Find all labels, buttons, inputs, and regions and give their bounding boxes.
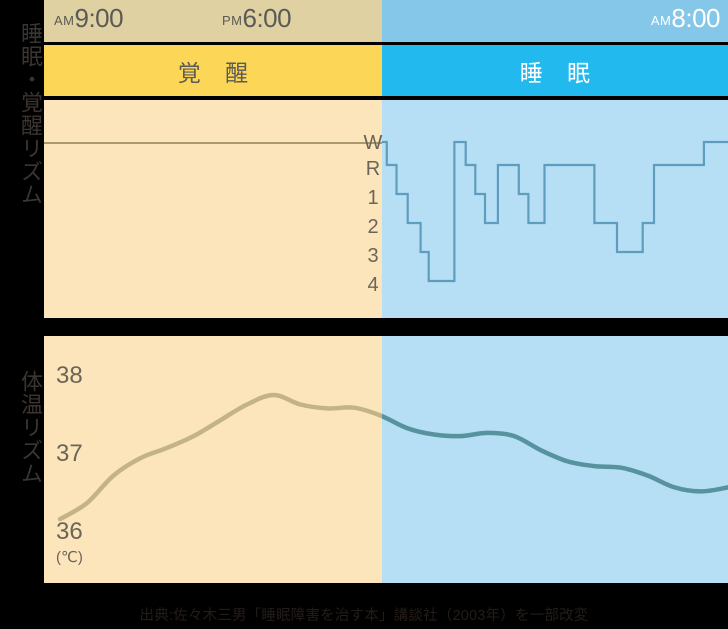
temperature-line-awake: [57, 392, 383, 522]
time-label-middle-value: 6:00: [242, 3, 292, 33]
stage-label-R: R: [365, 158, 381, 180]
wake-baseline: [44, 142, 382, 144]
temperature-panel: 38 37 36 (℃): [44, 336, 728, 583]
stage-label-1: 1: [367, 187, 379, 209]
time-label-start-value: 9:00: [74, 3, 124, 33]
hypnogram-panel: W R 1 2 3 4: [44, 100, 728, 318]
hypnogram-chart: [382, 140, 728, 283]
awake-band: 覚 醒: [44, 45, 382, 96]
temperature-chart: [57, 392, 728, 522]
state-band: 覚 醒 睡 眠: [44, 45, 728, 96]
time-label-start: AM9:00: [54, 3, 124, 34]
stage-label-4: 4: [367, 274, 379, 296]
sleep-band-label: 睡 眠: [519, 59, 600, 86]
infographic-root: 睡眠・覚醒リズム 体温リズム AM9:00 PM6:00 AM8:00 覚 醒 …: [0, 0, 728, 629]
time-label-end-meridiem: AM: [650, 13, 672, 28]
hypnogram-stage-line: [382, 140, 728, 283]
temperature-line-sleep: [382, 413, 728, 494]
stage-label-2: 2: [367, 216, 379, 238]
stage-label-W: W: [363, 132, 383, 154]
time-label-end: AM8:00: [650, 3, 721, 34]
time-label-middle-meridiem: PM: [222, 13, 243, 28]
stage-label-3: 3: [367, 245, 379, 267]
time-label-start-meridiem: AM: [54, 13, 75, 28]
sleep-band: 睡 眠: [382, 45, 728, 96]
hypnogram-awake-background: [44, 100, 382, 318]
time-axis-bar: AM9:00 PM6:00 AM8:00: [44, 0, 728, 42]
source-caption: 出典:佐々木三男「睡眠障害を治す本」講談社（2003年）を一部改変: [139, 608, 589, 624]
awake-band-label: 覚 醒: [177, 59, 258, 86]
time-label-end-value: 8:00: [671, 3, 720, 33]
time-label-middle: PM6:00: [222, 3, 292, 34]
sleep-rhythm-side-label: 睡眠・覚醒リズム: [18, 22, 43, 206]
temperature-rhythm-side-label: 体温リズム: [18, 370, 43, 485]
